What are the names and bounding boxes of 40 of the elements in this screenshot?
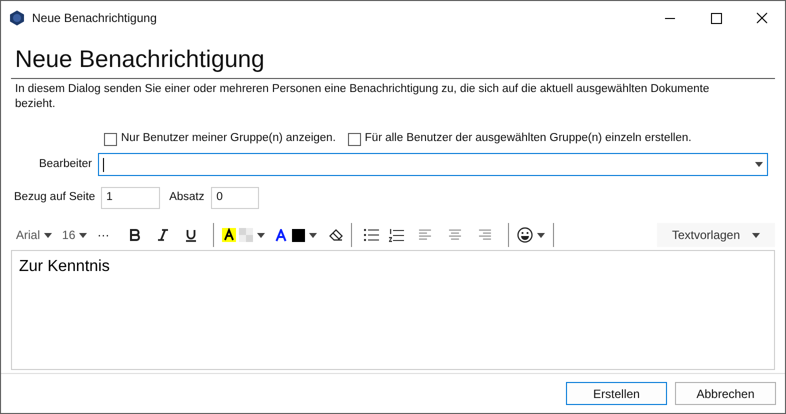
text-editor[interactable]: Zur Kenntnis xyxy=(11,250,775,370)
dialog-heading: Neue Benachrichtigung xyxy=(14,45,266,75)
field-label: Absatz xyxy=(169,190,204,206)
field-label: Bezug auf Seite xyxy=(14,190,96,206)
color-swatch-icon[interactable] xyxy=(292,228,306,242)
editor-combobox[interactable] xyxy=(98,153,768,176)
bullet-list-icon[interactable] xyxy=(364,229,380,241)
dialog-button[interactable]: Abbrechen xyxy=(675,382,776,405)
align-center-icon[interactable] xyxy=(448,229,462,241)
option-checkbox[interactable]: Nur Benutzer meiner Gruppe(n) anzeigen. xyxy=(104,130,336,148)
eraser-icon[interactable] xyxy=(329,229,344,241)
caret-icon xyxy=(44,232,52,238)
dialog-button[interactable]: Erstellen xyxy=(566,382,667,405)
numbered-list-icon[interactable] xyxy=(389,228,404,242)
italic-icon[interactable] xyxy=(157,229,170,241)
paragraph-input[interactable]: 0 xyxy=(211,187,260,209)
caret-icon xyxy=(79,232,88,238)
emoji-icon[interactable] xyxy=(517,227,534,243)
transparent-swatch-icon[interactable] xyxy=(239,228,254,242)
size-dropdown[interactable]: 16 xyxy=(62,226,88,244)
font-color-icon[interactable] xyxy=(275,228,288,242)
app-logo-icon xyxy=(9,10,25,26)
more-button[interactable]: ··· xyxy=(97,226,110,244)
caret-icon xyxy=(752,232,760,238)
caret-icon xyxy=(257,232,266,238)
font-dropdown[interactable]: Arial xyxy=(16,226,52,244)
caret-icon xyxy=(537,232,546,238)
description-text: In diesem Dialog senden Sie einer oder mehreren Personen eine Benachrichtigung zu, die sich auf die aktuell ausgewählten Dokumente bezieht. xyxy=(15,82,710,112)
align-left-icon[interactable] xyxy=(418,229,432,241)
page-input[interactable]: 1 xyxy=(101,187,160,209)
window-title: Neue Benachrichtigung xyxy=(32,10,157,26)
highlight-color-icon[interactable] xyxy=(222,228,236,242)
templates-dropdown[interactable]: Textvorlagen xyxy=(657,223,775,247)
field-label: Bearbeiter xyxy=(38,156,93,172)
dropdown-caret-icon xyxy=(755,162,763,167)
option-checkbox[interactable]: Für alle Benutzer der ausgewählten Gruppe(n) einzeln erstellen. xyxy=(348,130,692,148)
align-right-icon[interactable] xyxy=(478,229,492,241)
caret-icon xyxy=(309,232,318,238)
bold-icon[interactable] xyxy=(129,229,142,241)
underline-icon[interactable] xyxy=(185,228,198,242)
